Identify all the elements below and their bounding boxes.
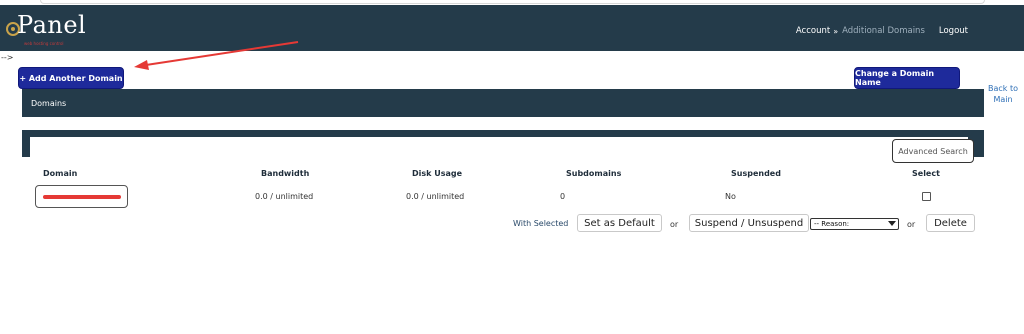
redaction-mark — [43, 195, 121, 199]
suspended-cell: No — [725, 192, 736, 201]
logo-text: Panel — [17, 11, 87, 39]
select-checkbox[interactable] — [922, 192, 931, 201]
chevron-down-icon — [888, 221, 896, 226]
domains-title-bar: Domains — [22, 89, 984, 117]
section-title: Domains — [31, 99, 67, 108]
bandwidth-cell: 0.0 / unlimited — [255, 192, 314, 201]
change-domain-name-button[interactable]: Change a Domain Name — [854, 67, 960, 89]
or-label-2: or — [907, 220, 916, 229]
column-header-select: Select — [912, 169, 940, 178]
subdomains-cell: 0 — [560, 192, 566, 201]
breadcrumb-current: Additional Domains — [842, 26, 925, 36]
back-link-line-2: Main — [993, 95, 1013, 104]
reason-select[interactable]: -- Reason: — [810, 218, 899, 230]
domain-name-link[interactable] — [35, 185, 128, 208]
add-another-domain-button[interactable]: + Add Another Domain — [18, 67, 124, 89]
with-selected-label: With Selected — [513, 219, 569, 228]
table-toolbar — [22, 130, 984, 157]
column-header-domain[interactable]: Domain — [43, 169, 77, 178]
column-header-subdomains[interactable]: Subdomains — [566, 169, 621, 178]
column-header-suspended[interactable]: Suspended — [731, 169, 781, 178]
delete-button[interactable]: Delete — [926, 214, 975, 232]
back-to-main-link[interactable]: Back to Main — [985, 83, 1021, 105]
suspend-unsuspend-button[interactable]: Suspend / Unsuspend — [689, 214, 809, 232]
breadcrumb-account[interactable]: Account — [796, 26, 830, 36]
browser-tab-edge — [40, 0, 985, 4]
breadcrumb: Account » Additional Domains Logout — [796, 26, 968, 36]
set-as-default-button[interactable]: Set as Default — [577, 214, 662, 232]
stray-text: --> — [1, 53, 14, 62]
top-header: Panel web hosting control Account » Addi… — [0, 5, 1024, 51]
or-label: or — [670, 220, 679, 229]
column-header-bandwidth[interactable]: Bandwidth — [261, 169, 309, 178]
breadcrumb-separator-icon: » — [833, 26, 839, 36]
annotation-arrow-head-icon — [134, 60, 149, 70]
table-toolbar-inner — [30, 137, 968, 157]
logout-link[interactable]: Logout — [939, 26, 968, 36]
back-link-line-1: Back to — [988, 84, 1018, 93]
logo-tagline: web hosting control — [24, 41, 64, 46]
column-header-disk-usage[interactable]: Disk Usage — [412, 169, 462, 178]
disk-usage-cell: 0.0 / unlimited — [406, 192, 465, 201]
advanced-search-button[interactable]: Advanced Search — [892, 139, 974, 163]
reason-select-value: -- Reason: — [814, 220, 850, 228]
